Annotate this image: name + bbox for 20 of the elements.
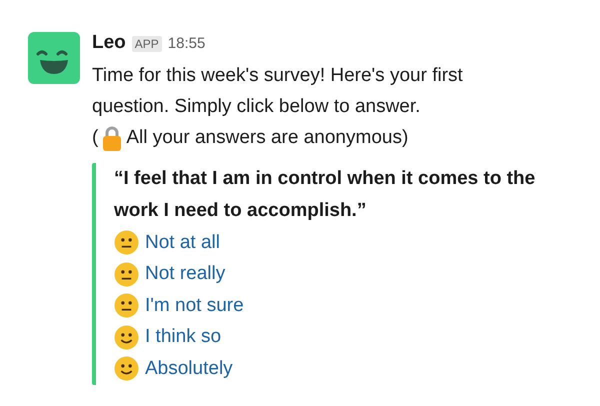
bot-avatar-icon	[28, 32, 80, 84]
answer-link[interactable]: I think so	[145, 326, 222, 348]
app-badge: APP	[132, 36, 162, 52]
neutral-face-icon	[114, 230, 139, 256]
smiling-face-icon	[114, 356, 139, 382]
parenthesis: (	[92, 126, 98, 150]
message-text: Time for this week's survey! Here's your first	[92, 64, 464, 88]
sender-name[interactable]: Leo	[92, 32, 126, 54]
answer-link[interactable]: Not really	[145, 263, 226, 286]
smiling-face-icon	[114, 324, 139, 350]
timestamp[interactable]: 18:55	[168, 35, 206, 52]
lock-icon	[102, 124, 122, 150]
answer-link[interactable]: Absolutely	[145, 358, 233, 380]
neutral-face-icon	[114, 262, 139, 287]
neutral-face-icon	[114, 293, 139, 318]
answer-link[interactable]: Not at all	[145, 232, 220, 254]
anonymity-note: All your answers are anonymous)	[126, 126, 408, 150]
message-text: question. Simply click below to answer.	[92, 95, 422, 119]
survey-question: “I feel that I am in control when it comes to the work I need to accomplish.”	[114, 167, 536, 223]
answer-link[interactable]: I'm not sure	[145, 294, 244, 317]
